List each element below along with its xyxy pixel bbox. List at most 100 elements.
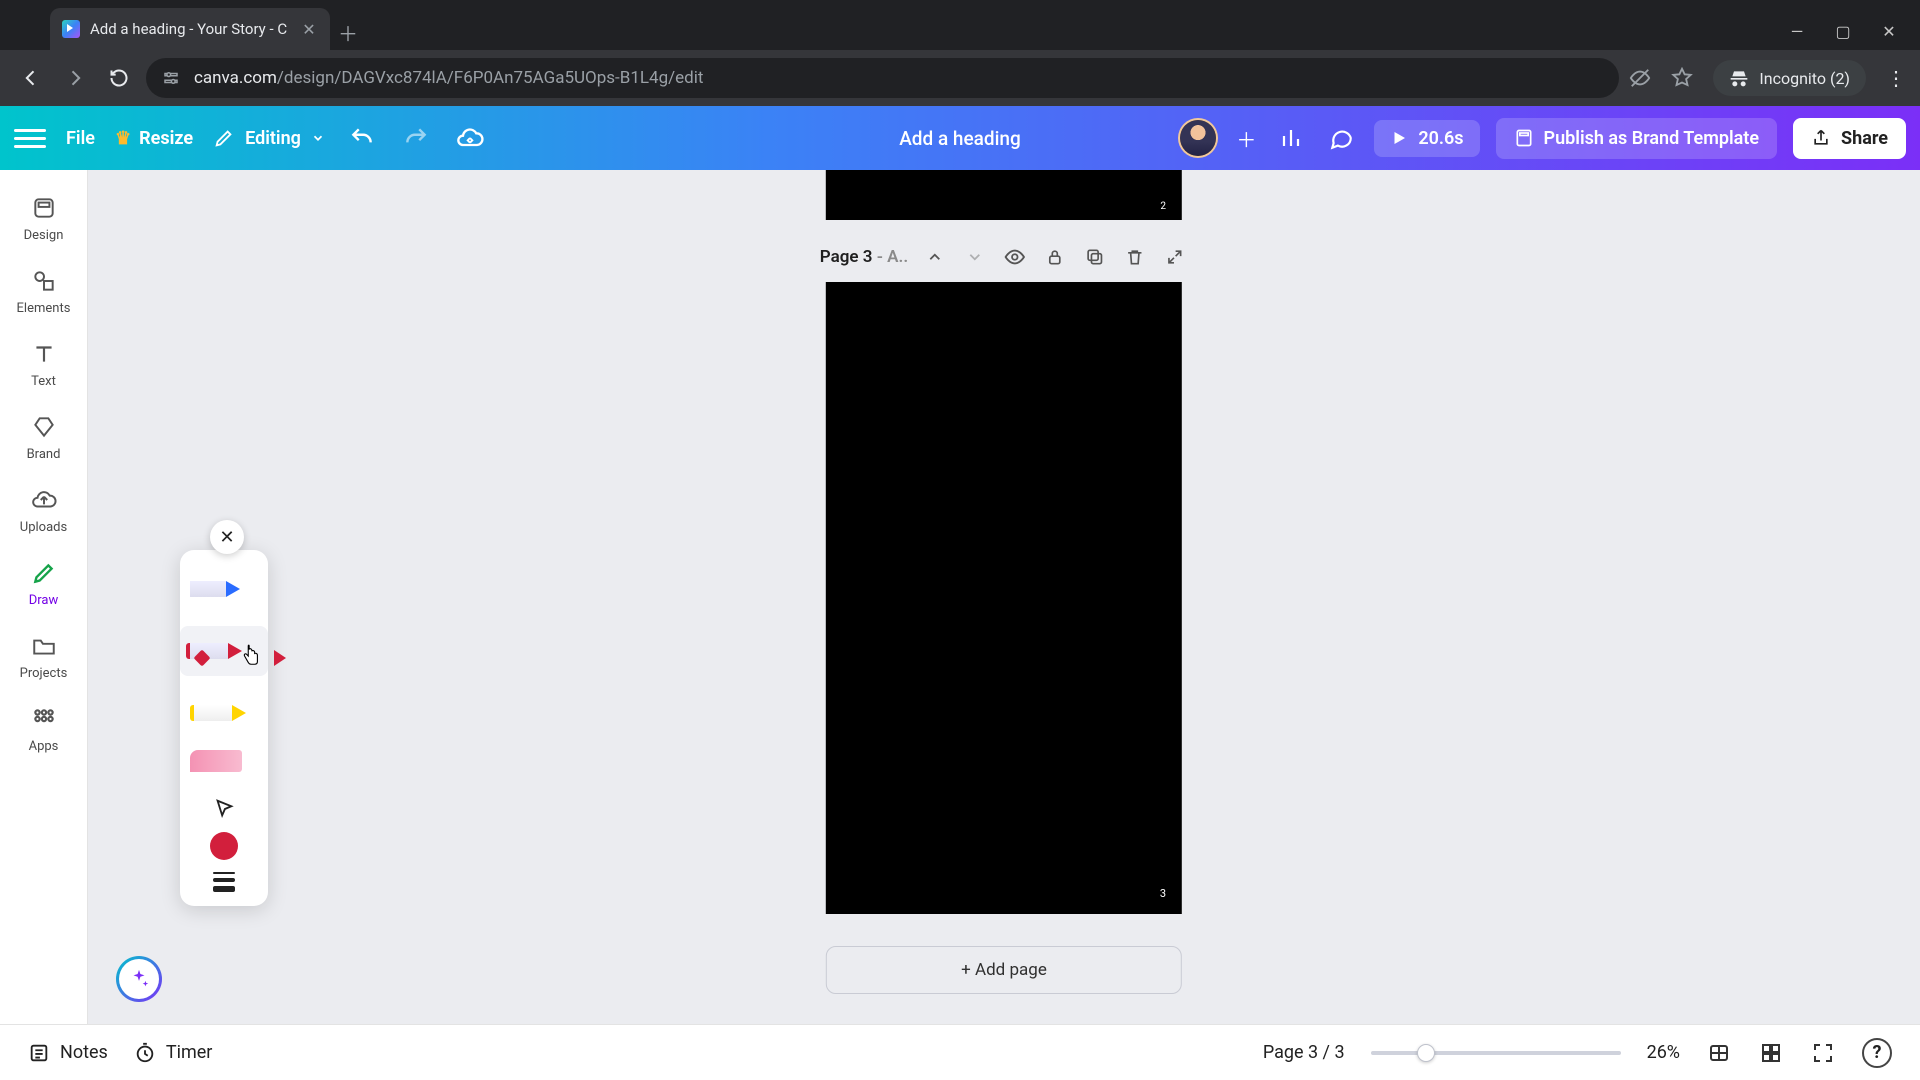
incognito-icon bbox=[1729, 68, 1749, 88]
incognito-indicator[interactable]: Incognito (2) bbox=[1713, 60, 1866, 96]
rail-text[interactable]: Text bbox=[8, 332, 80, 395]
editing-mode-dropdown[interactable]: Editing bbox=[213, 127, 325, 149]
share-icon bbox=[1811, 128, 1831, 148]
tab-close-icon[interactable]: ✕ bbox=[300, 20, 318, 38]
zoom-slider[interactable] bbox=[1371, 1051, 1621, 1055]
rail-draw[interactable]: Draw bbox=[8, 551, 80, 614]
comments-button[interactable] bbox=[1324, 121, 1358, 155]
notes-button[interactable]: Notes bbox=[28, 1042, 108, 1064]
elements-icon bbox=[30, 267, 58, 295]
chevron-down-icon bbox=[311, 131, 325, 145]
page-down-button[interactable] bbox=[962, 244, 988, 270]
apps-icon bbox=[30, 705, 58, 733]
site-settings-icon[interactable] bbox=[162, 69, 180, 87]
grid-view-button[interactable] bbox=[1706, 1040, 1732, 1066]
cloud-sync-icon[interactable] bbox=[453, 121, 487, 155]
rail-uploads[interactable]: Uploads bbox=[8, 478, 80, 541]
share-button[interactable]: Share bbox=[1793, 118, 1906, 159]
close-draw-panel-button[interactable]: ✕ bbox=[210, 520, 244, 554]
new-tab-button[interactable]: ＋ bbox=[330, 14, 366, 50]
page-label[interactable]: Page 3 - A.. bbox=[820, 247, 908, 267]
nav-reload-button[interactable] bbox=[102, 61, 136, 95]
page-3-canvas[interactable]: 3 bbox=[826, 282, 1182, 914]
design-icon bbox=[30, 194, 58, 222]
select-cursor-tool[interactable] bbox=[213, 798, 235, 820]
rail-elements[interactable]: Elements bbox=[8, 259, 80, 322]
publish-brand-template-button[interactable]: Publish as Brand Template bbox=[1496, 118, 1778, 159]
resize-button[interactable]: ♛ Resize bbox=[115, 128, 193, 149]
delete-page-button[interactable] bbox=[1122, 244, 1148, 270]
pen-tool-yellow[interactable] bbox=[190, 688, 258, 738]
rail-design[interactable]: Design bbox=[8, 186, 80, 249]
crown-icon: ♛ bbox=[115, 128, 131, 149]
page-header-controls: Page 3 - A.. bbox=[820, 244, 1188, 270]
template-icon bbox=[1514, 128, 1534, 148]
play-icon bbox=[1390, 129, 1408, 147]
rail-projects[interactable]: Projects bbox=[8, 624, 80, 687]
editor-footer: Notes Timer Page 3 / 3 26% ? bbox=[0, 1024, 1920, 1080]
undo-button[interactable] bbox=[345, 121, 379, 155]
present-button[interactable]: 20.6s bbox=[1374, 120, 1479, 157]
tab-title: Add a heading - Your Story - C bbox=[90, 20, 290, 38]
page-number-label: 3 bbox=[1160, 887, 1166, 900]
browser-tabstrip: Add a heading - Your Story - C ✕ ＋ ― ▢ ✕ bbox=[0, 0, 1920, 50]
mouse-cursor-icon bbox=[240, 644, 262, 668]
canva-toolbar: File ♛ Resize Editing Add a heading ＋ bbox=[0, 106, 1920, 170]
left-nav-rail: Design Elements Text Brand Uploads Draw bbox=[0, 170, 88, 1024]
browser-address-bar: canva.com/design/DAGVxc874lA/F6P0An75AGa… bbox=[0, 50, 1920, 106]
expand-page-button[interactable] bbox=[1162, 244, 1188, 270]
tracking-icon[interactable] bbox=[1629, 67, 1651, 89]
nav-back-button[interactable] bbox=[14, 61, 48, 95]
browser-menu-icon[interactable]: ⋮ bbox=[1886, 66, 1906, 90]
uploads-icon bbox=[30, 486, 58, 514]
magic-button[interactable] bbox=[116, 956, 162, 1002]
window-maximize-icon[interactable]: ▢ bbox=[1834, 22, 1852, 40]
incognito-label: Incognito (2) bbox=[1759, 69, 1850, 88]
zoom-value[interactable]: 26% bbox=[1647, 1042, 1680, 1063]
rail-apps[interactable]: Apps bbox=[8, 697, 80, 760]
page-number-label: 2 bbox=[1160, 201, 1166, 212]
nav-forward-button[interactable] bbox=[58, 61, 92, 95]
page-2-thumbnail[interactable]: 2 bbox=[826, 170, 1182, 220]
lock-page-button[interactable] bbox=[1042, 244, 1068, 270]
page-up-button[interactable] bbox=[922, 244, 948, 270]
help-button[interactable]: ? bbox=[1862, 1038, 1892, 1068]
url-input[interactable]: canva.com/design/DAGVxc874lA/F6P0An75AGa… bbox=[146, 58, 1619, 98]
user-avatar[interactable] bbox=[1178, 118, 1218, 158]
stroke-color-swatch[interactable] bbox=[210, 832, 238, 860]
pen-tool-blue[interactable] bbox=[190, 564, 258, 614]
analytics-button[interactable] bbox=[1274, 121, 1308, 155]
redo-button[interactable] bbox=[399, 121, 433, 155]
url-text: canva.com/design/DAGVxc874lA/F6P0An75AGa… bbox=[194, 68, 703, 88]
draw-tool-panel bbox=[180, 550, 268, 906]
highlighter-tool-pink[interactable] bbox=[190, 750, 258, 786]
fullscreen-button[interactable] bbox=[1810, 1040, 1836, 1066]
canva-favicon bbox=[62, 20, 80, 38]
canvas-area[interactable]: ✕ bbox=[88, 170, 1920, 1024]
sparkle-icon bbox=[128, 968, 150, 990]
document-title[interactable]: Add a heading bbox=[899, 127, 1021, 150]
notes-icon bbox=[28, 1042, 50, 1064]
page-counter[interactable]: Page 3 / 3 bbox=[1263, 1042, 1345, 1063]
duplicate-page-button[interactable] bbox=[1082, 244, 1108, 270]
timer-button[interactable]: Timer bbox=[134, 1042, 213, 1064]
add-page-button[interactable]: + Add page bbox=[826, 946, 1182, 994]
stroke-weight-button[interactable] bbox=[213, 872, 235, 892]
timer-icon bbox=[134, 1042, 156, 1064]
window-minimize-icon[interactable]: ― bbox=[1788, 22, 1806, 40]
browser-tab[interactable]: Add a heading - Your Story - C ✕ bbox=[50, 8, 330, 50]
projects-icon bbox=[30, 632, 58, 660]
brand-icon bbox=[30, 413, 58, 441]
main-menu-button[interactable] bbox=[14, 122, 46, 154]
red-marker-tip-decoration bbox=[274, 650, 286, 666]
text-icon bbox=[30, 340, 58, 368]
window-controls: ― ▢ ✕ bbox=[1788, 22, 1920, 50]
bookmark-icon[interactable] bbox=[1671, 67, 1693, 89]
hide-page-button[interactable] bbox=[1002, 244, 1028, 270]
add-collaborator-button[interactable]: ＋ bbox=[1234, 126, 1258, 150]
window-close-icon[interactable]: ✕ bbox=[1880, 22, 1898, 40]
file-menu[interactable]: File bbox=[66, 128, 95, 149]
draw-icon bbox=[30, 559, 58, 587]
thumbnail-view-button[interactable] bbox=[1758, 1040, 1784, 1066]
rail-brand[interactable]: Brand bbox=[8, 405, 80, 468]
